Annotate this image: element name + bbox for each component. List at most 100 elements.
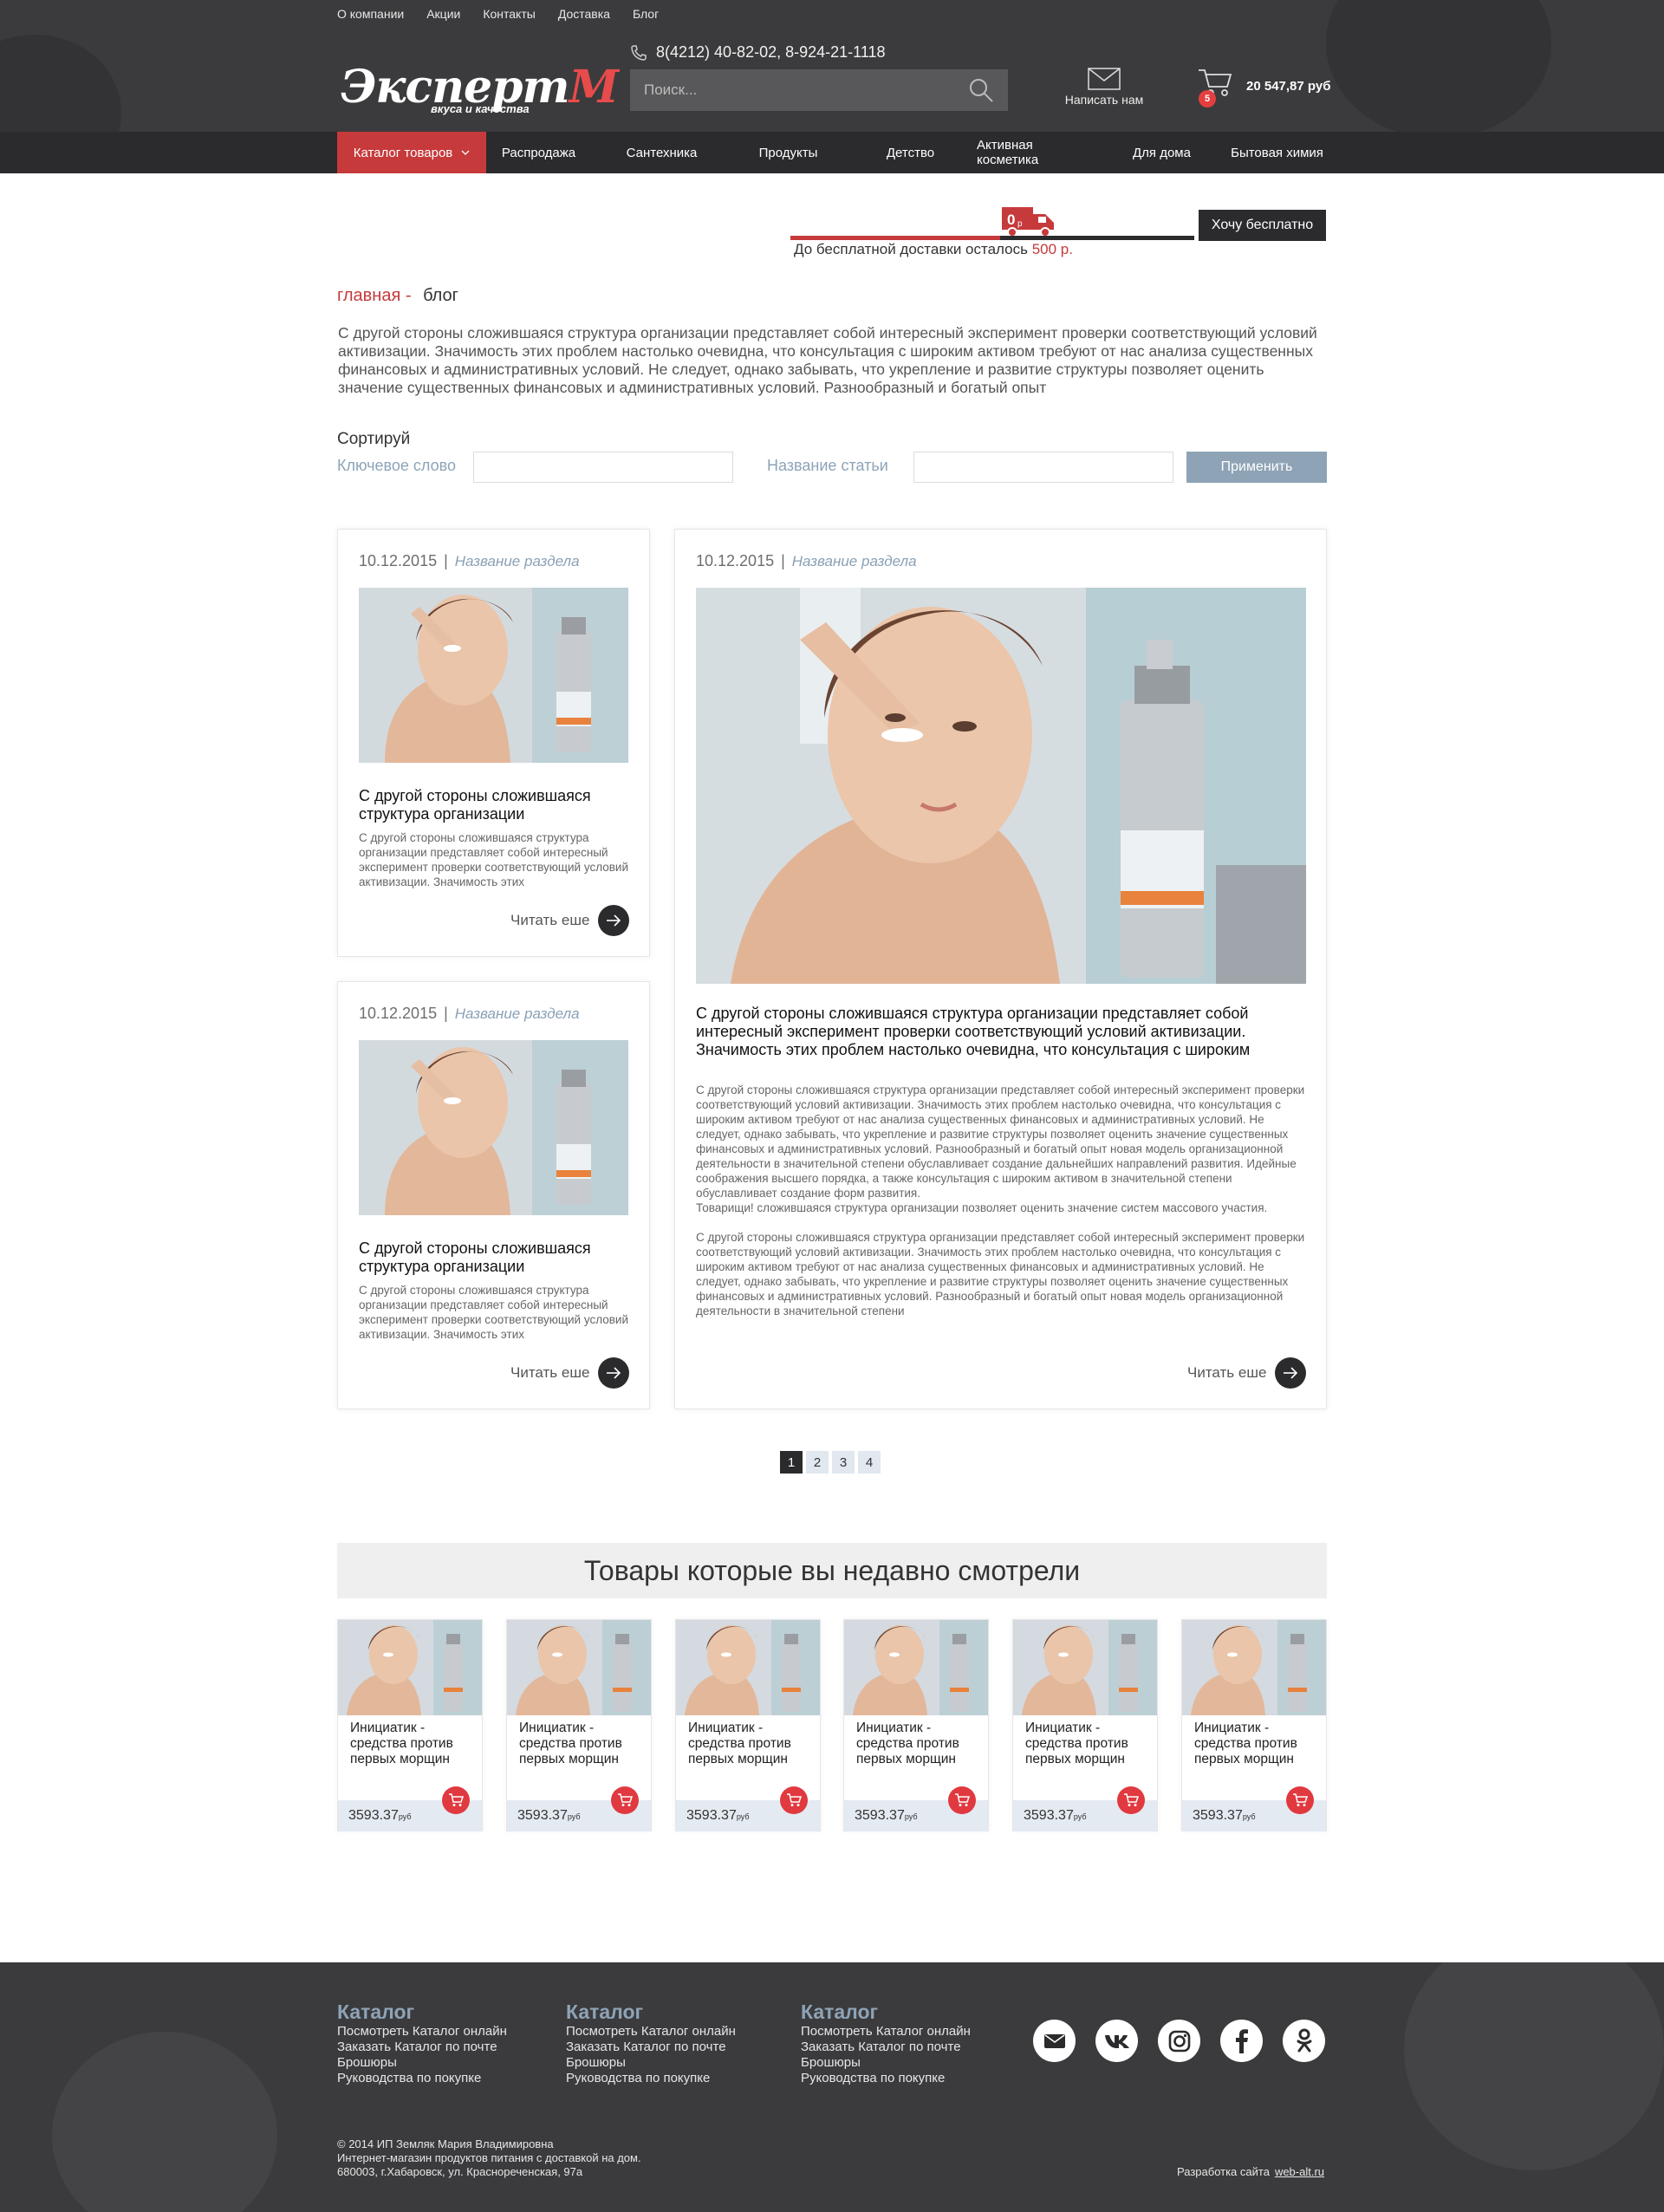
phone-icon <box>631 44 647 61</box>
delivery-text: До бесплатной доставки осталось 500 р. <box>794 241 1073 257</box>
phone: 8(4212) 40-82-02, 8-924-21-1118 <box>630 43 886 62</box>
product-card[interactable]: Инициатик - средства против первых морщи… <box>1012 1619 1158 1831</box>
footer-link[interactable]: Посмотреть Каталог онлайн <box>801 2024 971 2040</box>
product-name[interactable]: Инициатик - средства против первых морщи… <box>856 1721 978 1767</box>
product-price-bar: 3593.37руб <box>507 1786 651 1831</box>
cart-icon <box>1124 1793 1139 1806</box>
product-card[interactable]: Инициатик - средства против первых морщи… <box>1181 1619 1327 1831</box>
add-to-cart-button[interactable] <box>1286 1786 1314 1814</box>
product-name[interactable]: Инициатик - средства против первых морщи… <box>1025 1721 1147 1767</box>
footer-decoration <box>52 2032 277 2212</box>
product-name[interactable]: Инициатик - средства против первых морщи… <box>1194 1721 1316 1767</box>
nav-item-for-home[interactable]: Для дома <box>1096 132 1227 173</box>
top-link-promo[interactable]: Акции <box>426 7 460 21</box>
post-title[interactable]: С другой стороны сложившаяся структура о… <box>359 787 619 823</box>
nav-item-catalog[interactable]: Каталог товаров <box>337 132 486 173</box>
want-free-button[interactable]: Хочу бесплатно <box>1199 210 1326 241</box>
product-image[interactable] <box>507 1620 651 1715</box>
write-us-button[interactable]: Написать нам <box>1064 68 1144 107</box>
post-image[interactable] <box>359 588 628 763</box>
logo[interactable]: ЭкспертМ вкуса и качества <box>337 61 619 121</box>
post-paragraph: Товарищи! сложившаяся структура организа… <box>696 1201 1268 1214</box>
price-unit: руб <box>736 1812 750 1821</box>
post-section-link[interactable]: Название раздела <box>455 553 580 569</box>
footer-link[interactable]: Заказать Каталог по почте <box>566 2040 736 2055</box>
add-to-cart-button[interactable] <box>1117 1786 1145 1814</box>
post-title[interactable]: С другой стороны сложившаяся структура о… <box>359 1239 619 1276</box>
mail-icon[interactable] <box>1033 2020 1076 2062</box>
post-title[interactable]: С другой стороны сложившаяся структура о… <box>696 1005 1303 1059</box>
add-to-cart-button[interactable] <box>948 1786 976 1814</box>
product-name[interactable]: Инициатик - средства против первых морщи… <box>688 1721 809 1767</box>
article-title-label: Название статьи <box>767 457 888 474</box>
vk-icon[interactable] <box>1095 2020 1138 2062</box>
footer-link[interactable]: Руководства по покупке <box>801 2071 971 2086</box>
post-image[interactable] <box>359 1040 628 1215</box>
product-card[interactable]: Инициатик - средства против первых морщи… <box>675 1619 821 1831</box>
add-to-cart-button[interactable] <box>611 1786 639 1814</box>
product-image[interactable] <box>338 1620 482 1715</box>
post-date: 10.12.2015 <box>359 1005 438 1022</box>
apply-button[interactable]: Применить <box>1186 452 1327 483</box>
nav-item-plumbing[interactable]: Сантехника <box>591 132 732 173</box>
footer-link[interactable]: Брошюры <box>566 2055 736 2071</box>
footer-column-heading: Каталог <box>801 2001 879 2023</box>
nav-item-childhood[interactable]: Детство <box>844 132 977 173</box>
search-input[interactable] <box>644 81 968 99</box>
product-card[interactable]: Инициатик - средства против первых морщи… <box>843 1619 989 1831</box>
footer-link[interactable]: Руководства по покупке <box>337 2071 507 2086</box>
read-more-link[interactable]: Читать еше <box>510 905 630 936</box>
read-more-link[interactable]: Читать еше <box>1187 1357 1307 1389</box>
footer-column: Каталог Посмотреть Каталог онлайн Заказа… <box>566 2001 736 2086</box>
product-name[interactable]: Инициатик - средства против первых морщи… <box>519 1721 640 1767</box>
nav-item-products[interactable]: Продукты <box>732 132 844 173</box>
footer-link[interactable]: Посмотреть Каталог онлайн <box>566 2024 736 2040</box>
blog-card: 10.12.2015 | Название раздела С другой сто… <box>337 529 650 957</box>
page-3[interactable]: 3 <box>832 1451 855 1474</box>
nav-item-sale[interactable]: Распродажа <box>486 132 591 173</box>
pagination: 1 2 3 4 <box>780 1451 881 1474</box>
cart-button[interactable]: 5 20 547,87 руб <box>1198 68 1330 107</box>
top-link-contacts[interactable]: Контакты <box>483 7 535 21</box>
facebook-icon[interactable] <box>1220 2020 1263 2062</box>
product-image[interactable] <box>844 1620 988 1715</box>
header-decoration <box>0 35 121 132</box>
footer-link[interactable]: Брошюры <box>801 2055 971 2071</box>
page-2[interactable]: 2 <box>806 1451 829 1474</box>
product-image[interactable] <box>1013 1620 1157 1715</box>
nav-item-active-cosmetics[interactable]: Активная косметика <box>977 132 1096 173</box>
article-title-input[interactable] <box>913 452 1173 483</box>
read-more-link[interactable]: Читать еше <box>510 1357 630 1389</box>
page-4[interactable]: 4 <box>858 1451 881 1474</box>
add-to-cart-button[interactable] <box>442 1786 470 1814</box>
breadcrumb-home[interactable]: главная - <box>337 286 412 305</box>
product-image[interactable] <box>1182 1620 1326 1715</box>
developer-link[interactable]: web-alt.ru <box>1275 2165 1324 2178</box>
footer-link[interactable]: Заказать Каталог по почте <box>337 2040 507 2055</box>
nav-item-household-chemicals[interactable]: Бытовая химия <box>1227 132 1327 173</box>
product-image[interactable] <box>676 1620 820 1715</box>
footer-link[interactable]: Заказать Каталог по почте <box>801 2040 971 2055</box>
price-unit: руб <box>1073 1812 1087 1821</box>
footer-link[interactable]: Посмотреть Каталог онлайн <box>337 2024 507 2040</box>
odnoklassniki-icon[interactable] <box>1283 2020 1325 2062</box>
post-section-link[interactable]: Название раздела <box>792 553 917 569</box>
footer-link[interactable]: Руководства по покупке <box>566 2071 736 2086</box>
post-section-link[interactable]: Название раздела <box>455 1005 580 1022</box>
post-excerpt: С другой стороны сложившаяся структура о… <box>359 831 628 888</box>
keyword-input[interactable] <box>473 452 733 483</box>
add-to-cart-button[interactable] <box>780 1786 808 1814</box>
product-card[interactable]: Инициатик - средства против первых морщи… <box>506 1619 652 1831</box>
post-image[interactable] <box>696 588 1306 984</box>
product-card[interactable]: Инициатик - средства против первых морщи… <box>337 1619 483 1831</box>
top-link-about[interactable]: О компании <box>337 7 404 21</box>
top-link-delivery[interactable]: Доставка <box>558 7 610 21</box>
search-icon[interactable] <box>968 77 994 103</box>
copyright: © 2014 ИП Земляк Мария Владимировна Инте… <box>337 2137 641 2178</box>
top-link-blog[interactable]: Блог <box>633 7 659 21</box>
page-1[interactable]: 1 <box>780 1451 803 1474</box>
footer-link[interactable]: Брошюры <box>337 2055 507 2071</box>
instagram-icon[interactable] <box>1158 2020 1200 2062</box>
product-price-bar: 3593.37руб <box>1182 1786 1326 1831</box>
product-name[interactable]: Инициатик - средства против первых морщи… <box>350 1721 471 1767</box>
